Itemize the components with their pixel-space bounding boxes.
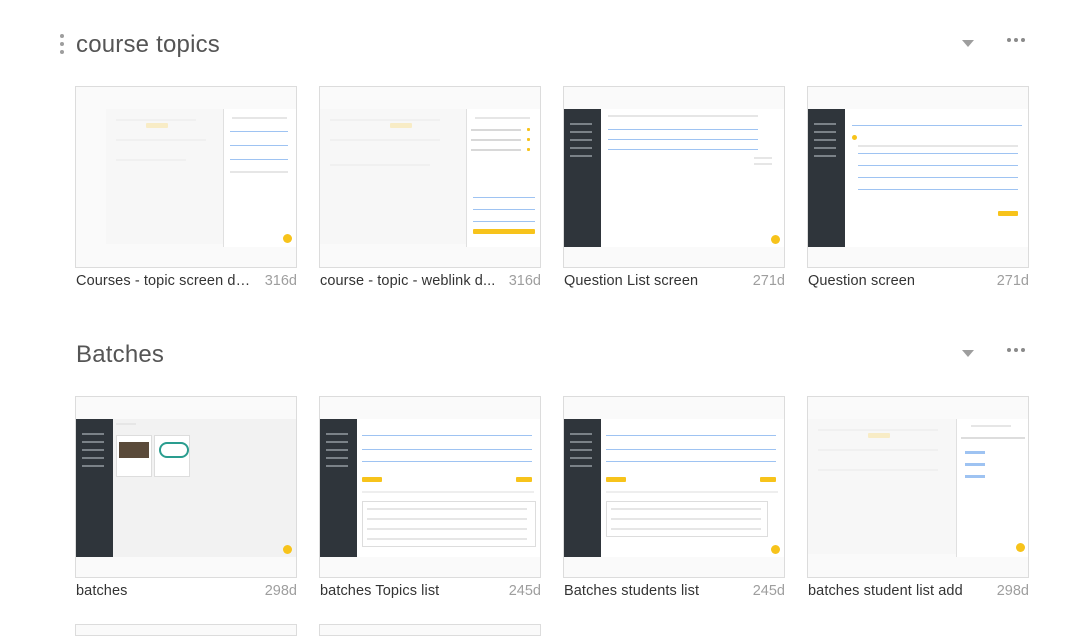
screen-name[interactable]: batches bbox=[76, 583, 256, 599]
screen-name[interactable]: batches student list add bbox=[808, 583, 988, 599]
section-title: course topics bbox=[76, 31, 220, 58]
screen-age: 316d bbox=[508, 273, 541, 289]
screen-thumbnail-partial[interactable] bbox=[319, 624, 541, 636]
screen-thumbnail[interactable] bbox=[563, 396, 785, 578]
screen-age: 271d bbox=[752, 273, 785, 289]
screen-thumbnail[interactable] bbox=[807, 396, 1029, 578]
screen-thumbnail[interactable] bbox=[319, 396, 541, 578]
screen-thumbnail[interactable] bbox=[563, 86, 785, 268]
screen-name[interactable]: Batches students list bbox=[564, 583, 744, 599]
more-horizontal-icon[interactable] bbox=[1007, 38, 1025, 44]
screen-thumbnail-partial[interactable] bbox=[75, 624, 297, 636]
section-header: course topics bbox=[0, 30, 1076, 70]
screen-age: 245d bbox=[752, 583, 785, 599]
screen-thumbnail[interactable] bbox=[75, 396, 297, 578]
screen-age: 316d bbox=[264, 273, 297, 289]
section-title: Batches bbox=[76, 341, 165, 368]
screen-age: 271d bbox=[996, 273, 1029, 289]
more-horizontal-icon[interactable] bbox=[1007, 348, 1025, 354]
caret-down-icon[interactable] bbox=[962, 40, 974, 47]
drag-handle-icon[interactable] bbox=[58, 34, 66, 58]
caret-down-icon[interactable] bbox=[962, 350, 974, 357]
screen-age: 245d bbox=[508, 583, 541, 599]
screen-name[interactable]: Question screen bbox=[808, 273, 988, 289]
screen-age: 298d bbox=[264, 583, 297, 599]
screen-name[interactable]: Question List screen bbox=[564, 273, 744, 289]
screen-age: 298d bbox=[996, 583, 1029, 599]
screen-name[interactable]: course - topic - weblink d... bbox=[320, 273, 500, 289]
section-header: Batches bbox=[0, 340, 1076, 380]
screen-thumbnail[interactable] bbox=[807, 86, 1029, 268]
screen-name[interactable]: Courses - topic screen de... bbox=[76, 273, 256, 289]
screen-thumbnail[interactable] bbox=[75, 86, 297, 268]
screen-name[interactable]: batches Topics list bbox=[320, 583, 500, 599]
screen-thumbnail[interactable] bbox=[319, 86, 541, 268]
